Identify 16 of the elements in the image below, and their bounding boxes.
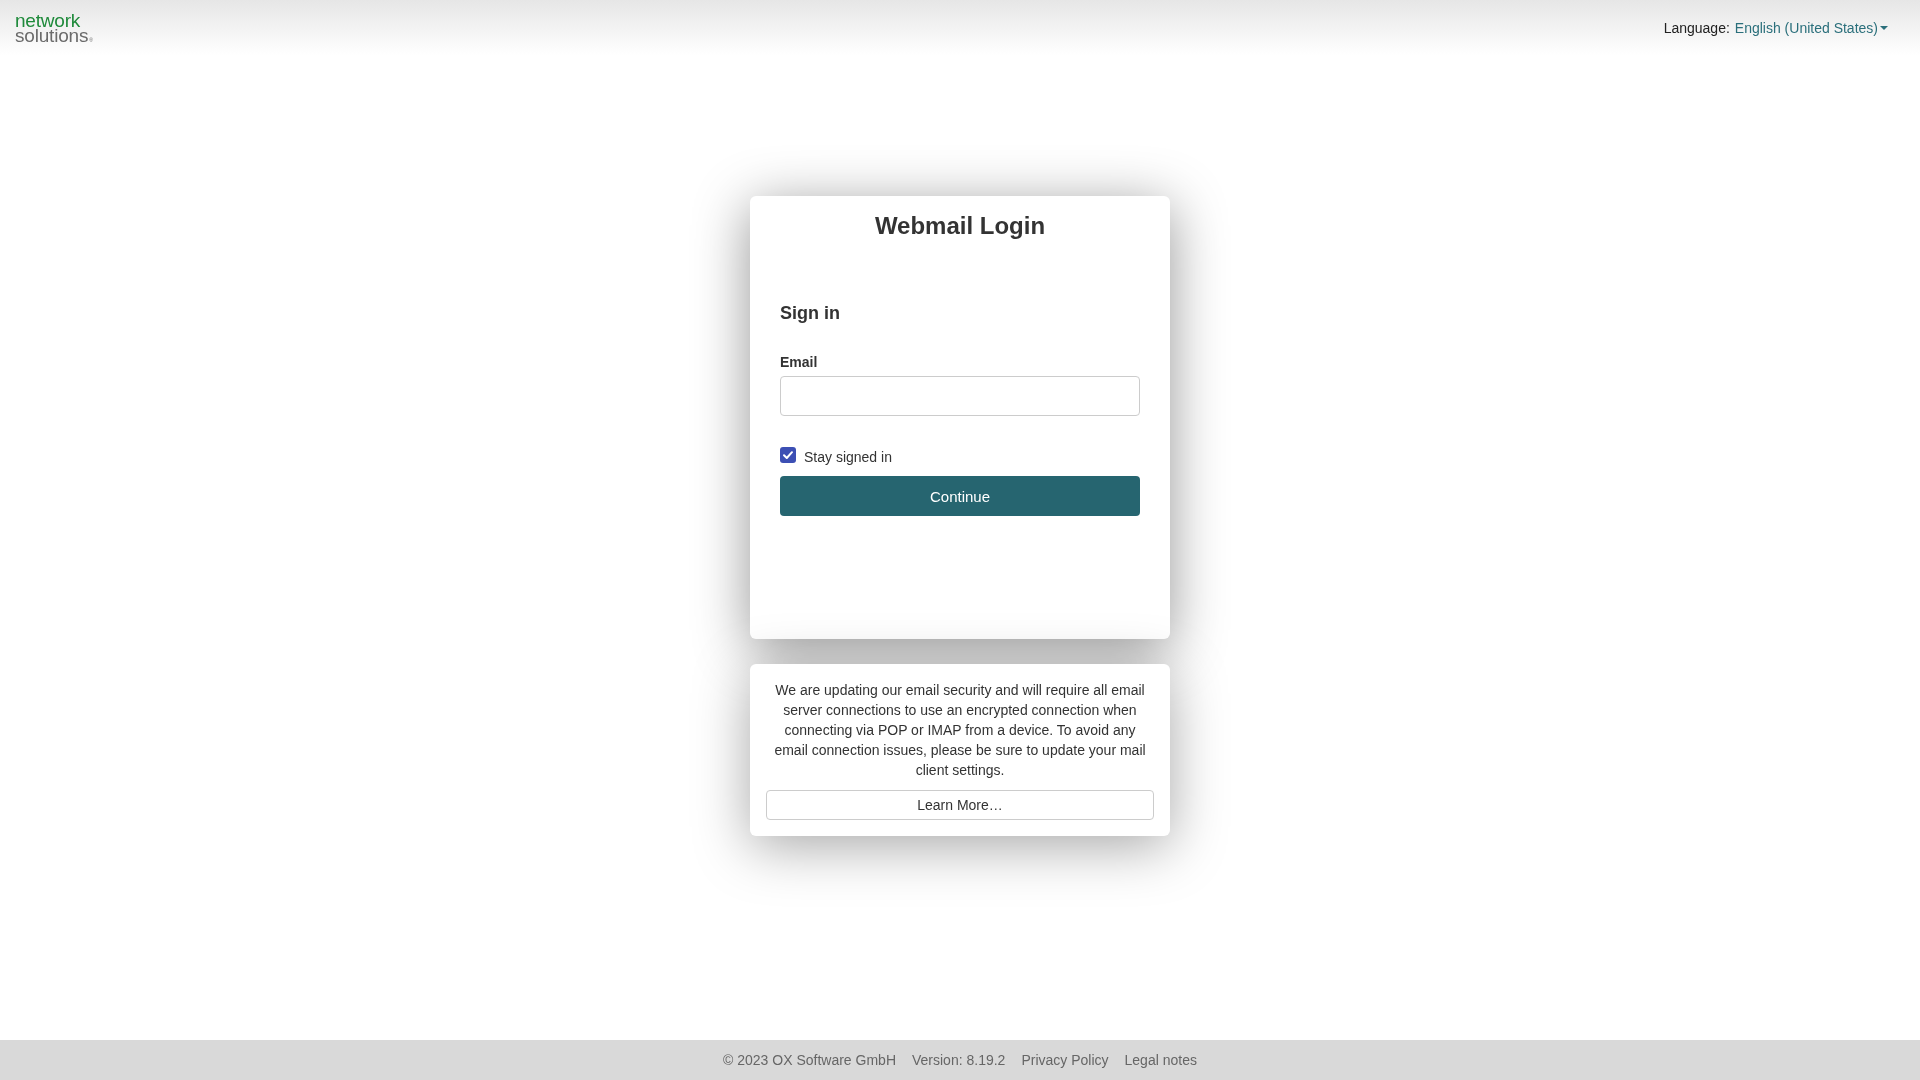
login-title: Webmail Login xyxy=(873,212,1047,240)
checkbox[interactable] xyxy=(780,447,796,463)
email-field[interactable] xyxy=(780,376,1140,416)
version-text: Version: 8.19.2 xyxy=(912,1052,1006,1068)
stay-signed-in-label[interactable]: Stay signed in xyxy=(804,447,892,466)
sign-in-heading: Sign in xyxy=(780,302,840,324)
caret-icon xyxy=(1880,26,1888,30)
language-label: Language: xyxy=(1663,20,1730,36)
email-label: Email xyxy=(780,353,818,371)
footer-link[interactable]: Legal notes xyxy=(1124,1052,1197,1068)
learn-more-button[interactable]: Learn More… xyxy=(766,790,1154,820)
language-dropdown[interactable]: English (United States) xyxy=(1734,20,1888,36)
copyright-text: © 2023 OX Software GmbH xyxy=(723,1052,896,1068)
continue-button[interactable]: Continue xyxy=(780,476,1140,516)
footer-link[interactable]: Privacy Policy xyxy=(1021,1052,1109,1068)
notice-text: We are updating our email security and will require all email server connections to use an encrypted connection when connecting via POP or IMAP from a device. To avoid any email connection issues, please be sure to update your mail client settings. xyxy=(773,681,1147,780)
